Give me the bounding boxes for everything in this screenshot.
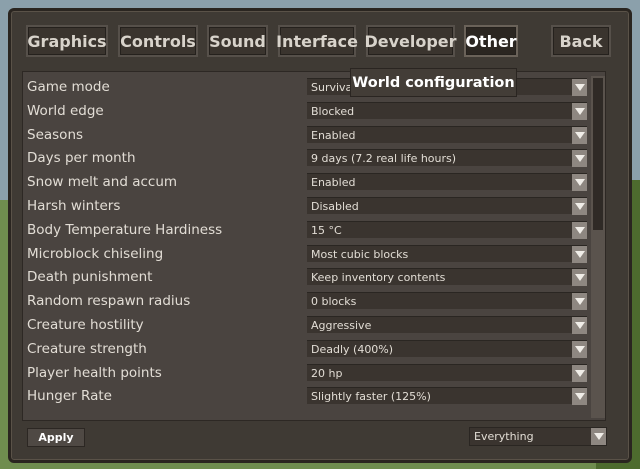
setting-dropdown[interactable]: Blocked [307,101,587,120]
scrollbar-thumb[interactable] [593,78,603,230]
setting-value: Enabled [311,128,356,142]
setting-value: Survival [311,81,356,94]
setting-value: Aggressive [311,319,372,332]
setting-dropdown[interactable]: 9 days (7.2 real life hours) [307,149,587,168]
setting-row: Days per month 9 days (7.2 real life hour… [23,148,587,170]
setting-dropdown[interactable]: 0 blocks [307,292,587,311]
setting-dropdown[interactable]: Aggressive [307,316,587,334]
setting-row: Body Temperature Hardiness 15 °C [23,220,587,242]
setting-label: Game mode [27,79,110,95]
back-button[interactable]: Back [551,25,611,57]
setting-label: Creature strength [27,340,147,357]
chevron-down-icon[interactable] [591,428,606,445]
tab-sound[interactable]: Sound [207,25,268,57]
tab-developer[interactable]: Developer [364,25,457,57]
setting-row: Creature strength Deadly (400%) [23,339,587,361]
setting-value: Deadly (400%) [311,342,394,356]
chevron-down-icon[interactable] [572,102,587,120]
chevron-down-icon[interactable] [572,150,587,168]
apply-button[interactable]: Apply [27,428,85,447]
setting-dropdown[interactable]: Disabled [307,197,587,215]
chevron-down-icon[interactable] [572,388,587,406]
setting-row: Snow melt and accum Enabled [23,172,587,194]
setting-value: Slightly faster (125%) [311,390,431,404]
setting-label: Death punishment [27,269,153,286]
setting-dropdown[interactable]: Slightly faster (125%) [307,387,587,406]
chevron-down-icon[interactable] [572,126,587,144]
setting-label: Hunger Rate [27,388,112,405]
setting-label: Creature hostility [27,317,144,333]
setting-dropdown[interactable]: Enabled [307,125,587,144]
setting-dropdown[interactable]: 15 °C [307,220,587,239]
setting-value: 9 days (7.2 real life hours) [311,152,457,166]
setting-value: Most cubic blocks [311,247,409,261]
filter-value: Everything [474,430,534,443]
tab-interface[interactable]: Interface [276,25,358,57]
setting-value: 20 hp [311,366,343,380]
setting-label: Random respawn radius [27,293,191,310]
setting-row: Harsh winters Disabled [23,196,587,218]
chevron-down-icon[interactable] [572,245,587,263]
setting-label: Seasons [27,126,84,143]
tab-graphics[interactable]: Graphics [26,25,108,57]
setting-value: Enabled [311,176,356,190]
setting-value: Blocked [311,104,355,118]
chevron-down-icon[interactable] [572,269,587,287]
setting-row: Creature hostility Aggressive [23,315,587,337]
tooltip-world-configuration: World configuration [350,68,517,97]
setting-label: Snow melt and accum [27,174,178,191]
setting-label: World edge [27,102,104,119]
chevron-down-icon[interactable] [572,293,587,311]
setting-row: Death punishment Keep inventory contents [23,267,587,289]
scrollbar[interactable] [591,76,605,418]
chevron-down-icon[interactable] [572,340,587,358]
setting-value: Disabled [311,200,359,213]
setting-label: Harsh winters [27,198,121,214]
setting-label: Player health points [27,364,162,381]
chevron-down-icon[interactable] [572,364,587,382]
setting-label: Microblock chiseling [27,245,164,262]
setting-row: Player health points 20 hp [23,363,587,385]
setting-value: Keep inventory contents [311,271,446,285]
setting-label: Days per month [27,150,136,167]
setting-value: 15 °C [311,223,342,237]
chevron-down-icon[interactable] [572,198,587,215]
setting-row: Seasons Enabled [23,125,587,147]
chevron-down-icon[interactable] [572,174,587,192]
setting-dropdown[interactable]: Enabled [307,173,587,192]
filter-dropdown[interactable]: Everything [469,427,607,446]
setting-row: World edge Blocked [23,101,587,123]
setting-dropdown[interactable]: Deadly (400%) [307,339,587,358]
tab-other[interactable]: Other [464,25,518,57]
setting-row: Random respawn radius 0 blocks [23,291,587,313]
setting-value: 0 blocks [311,295,357,309]
setting-dropdown[interactable]: 20 hp [307,363,587,382]
chevron-down-icon[interactable] [572,221,587,239]
tab-controls[interactable]: Controls [118,25,198,57]
setting-dropdown[interactable]: Most cubic blocks [307,244,587,263]
setting-label: Body Temperature Hardiness [27,221,223,238]
chevron-down-icon[interactable] [572,317,587,334]
chevron-down-icon[interactable] [572,79,587,96]
setting-dropdown[interactable]: Keep inventory contents [307,268,587,287]
setting-row: Hunger Rate Slightly faster (125%) [23,386,587,408]
settings-list: Game mode Survival World edge Blocked Season… [22,71,606,421]
setting-row: Microblock chiseling Most cubic blocks [23,244,587,266]
